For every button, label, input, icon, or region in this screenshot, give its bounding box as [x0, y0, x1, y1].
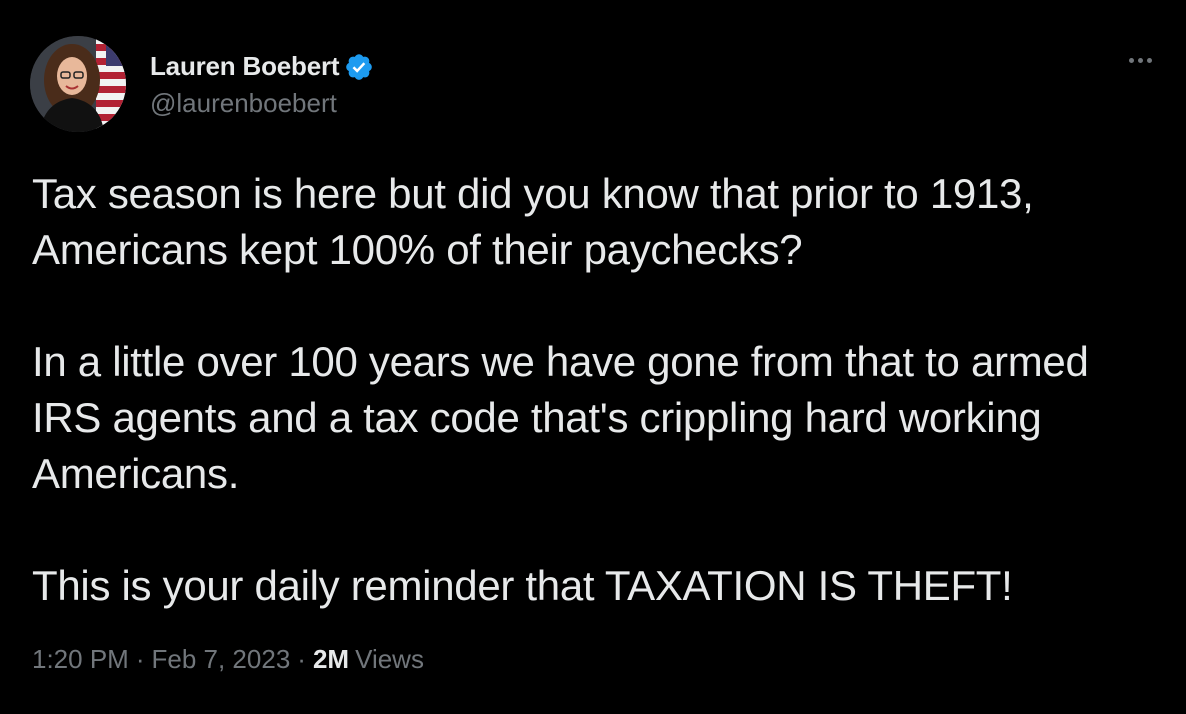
author-names: Lauren Boebert @laurenboebert: [150, 50, 374, 119]
tweet-paragraph: Tax season is here but did you know that…: [32, 170, 1034, 273]
dot: [1128, 57, 1134, 63]
separator: ·: [135, 644, 145, 674]
author-handle[interactable]: @laurenboebert: [150, 88, 374, 119]
more-horizontal-icon[interactable]: [1122, 46, 1158, 74]
tweet-date[interactable]: Feb 7, 2023: [152, 644, 291, 675]
name-row: Lauren Boebert: [150, 50, 374, 84]
dot: [1146, 57, 1152, 63]
verified-badge-icon[interactable]: [344, 52, 374, 82]
tweet-paragraph: In a little over 100 years we have gone …: [32, 338, 1089, 497]
tweet: Lauren Boebert @laurenboebert Tax season…: [0, 0, 1186, 714]
tweet-meta: 1:20 PM · Feb 7, 2023 · 2M Views: [32, 644, 424, 675]
avatar[interactable]: [30, 36, 126, 132]
author-display-name[interactable]: Lauren Boebert: [150, 51, 340, 82]
views-label: Views: [355, 644, 424, 674]
views-count[interactable]: 2M: [313, 644, 349, 675]
avatar-image: [30, 36, 126, 132]
tweet-paragraph: This is your daily reminder that TAXATIO…: [32, 562, 1013, 609]
tweet-time[interactable]: 1:20 PM: [32, 644, 129, 675]
separator: ·: [297, 644, 306, 674]
dot: [1137, 57, 1143, 63]
tweet-header: Lauren Boebert @laurenboebert: [30, 36, 374, 132]
tweet-text: Tax season is here but did you know that…: [32, 166, 1162, 614]
